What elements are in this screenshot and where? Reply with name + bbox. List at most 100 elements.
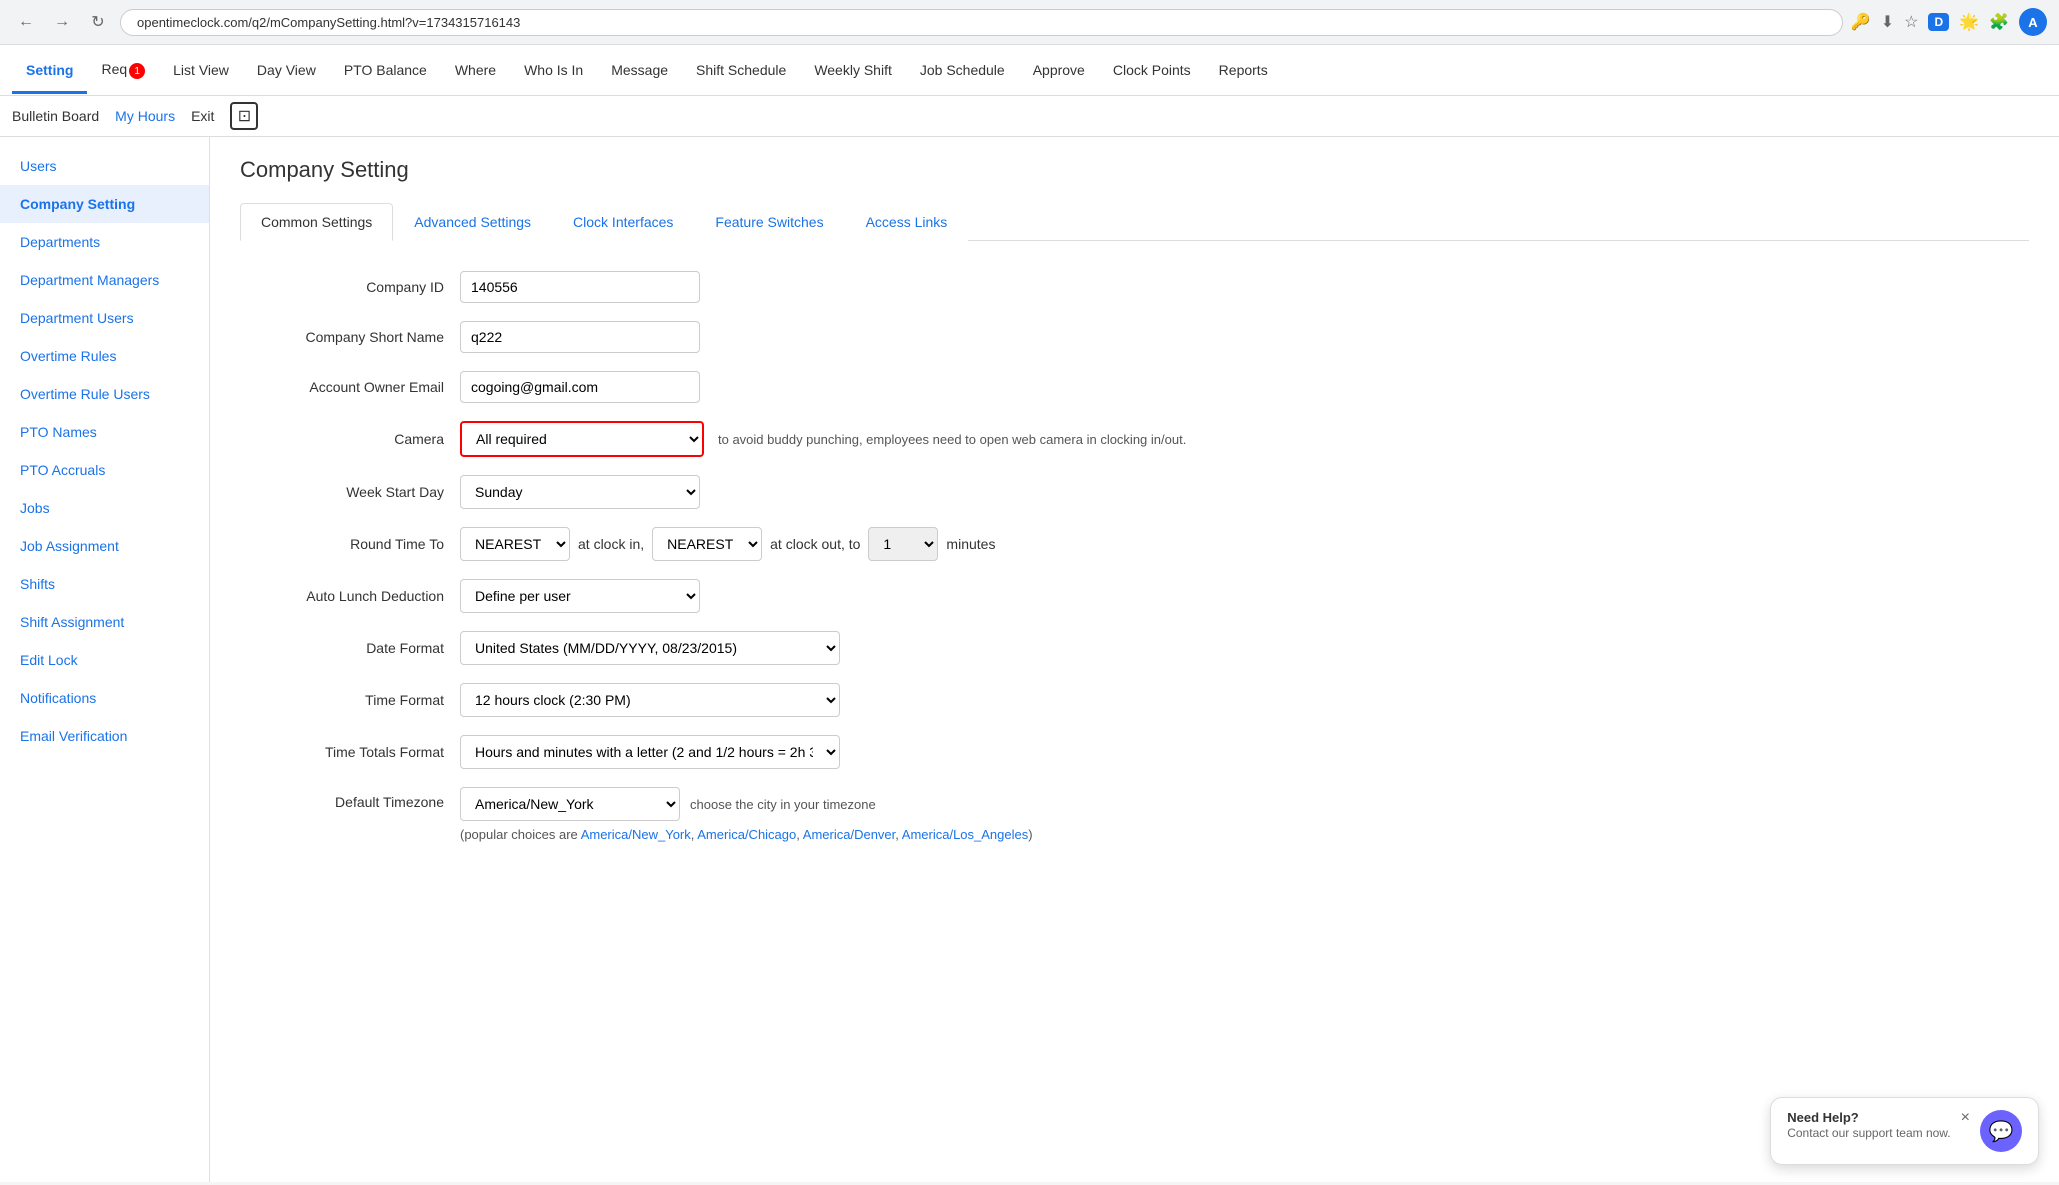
sidebar-item-email-verification[interactable]: Email Verification [0,717,209,755]
sidebar-item-pto-names[interactable]: PTO Names [0,413,209,451]
nav-item-list-view[interactable]: List View [159,46,243,94]
star-icon[interactable]: ☆ [1904,12,1918,32]
nav-item-weekly-shift[interactable]: Weekly Shift [800,46,906,94]
round-minutes-select[interactable]: 1 5 10 15 30 [868,527,938,561]
time-totals-select[interactable]: Hours and minutes with a letter (2 and 1… [460,735,840,769]
account-owner-email-row: Account Owner Email [240,371,1240,403]
extension-icon-d[interactable]: D [1928,13,1949,31]
chat-title: Need Help? [1787,1110,1950,1125]
nav-item-clock-points[interactable]: Clock Points [1099,46,1205,94]
content-area: Company Setting Common Settings Advanced… [210,137,2059,1182]
nav-item-shift-schedule[interactable]: Shift Schedule [682,46,800,94]
round-minutes-text: minutes [946,536,995,552]
company-id-input[interactable] [460,271,700,303]
sidebar-item-departments[interactable]: Departments [0,223,209,261]
nav-item-pto-balance[interactable]: PTO Balance [330,46,441,94]
tz-link-los-angeles[interactable]: America/Los_Angeles [902,827,1028,842]
my-hours-link[interactable]: My Hours [115,104,175,128]
tz-link-chicago[interactable]: America/Chicago [697,827,796,842]
address-bar[interactable] [120,9,1843,36]
nav-item-message[interactable]: Message [597,46,682,94]
tz-link-new-york[interactable]: America/New_York [581,827,691,842]
tab-advanced-settings[interactable]: Advanced Settings [393,203,552,241]
week-start-day-label: Week Start Day [240,484,460,500]
nav-item-approve[interactable]: Approve [1019,46,1099,94]
round-time-row: Round Time To NEAREST UP DOWN at clock i… [240,527,1240,561]
key-icon[interactable]: 🔑 [1851,12,1871,32]
chat-widget: Need Help? Contact our support team now.… [1770,1097,2039,1165]
sidebar-item-department-managers[interactable]: Department Managers [0,261,209,299]
back-button[interactable]: ← [12,8,40,36]
camera-select[interactable]: All required Optional Disabled [462,423,702,455]
company-short-name-row: Company Short Name [240,321,1240,353]
timezone-select[interactable]: America/New_York America/Chicago America… [460,787,680,821]
tab-feature-switches[interactable]: Feature Switches [694,203,844,241]
nav-item-request[interactable]: Req1 [87,45,159,95]
timezone-controls: America/New_York America/Chicago America… [460,787,1033,842]
timezone-row: Default Timezone America/New_York Americ… [240,787,1240,842]
sidebar-item-shifts[interactable]: Shifts [0,565,209,603]
sidebar: Users Company Setting Departments Depart… [0,137,210,1182]
sidebar-item-users[interactable]: Users [0,147,209,185]
time-totals-row: Time Totals Format Hours and minutes wit… [240,735,1240,769]
sidebar-item-overtime-rule-users[interactable]: Overtime Rule Users [0,375,209,413]
round-time-label: Round Time To [240,536,460,552]
sidebar-item-department-users[interactable]: Department Users [0,299,209,337]
chat-content: Need Help? Contact our support team now. [1787,1110,1950,1140]
page-title: Company Setting [240,157,2029,183]
forward-button[interactable]: → [48,8,76,36]
settings-form: Company ID Company Short Name Account Ow… [240,271,1240,842]
clock-interface-icon[interactable]: ⊡ [230,102,258,130]
time-format-row: Time Format 12 hours clock (2:30 PM) 24 … [240,683,1240,717]
chat-subtitle: Contact our support team now. [1787,1126,1950,1140]
chat-avatar[interactable]: 💬 [1980,1110,2022,1152]
date-format-select[interactable]: United States (MM/DD/YYYY, 08/23/2015) I… [460,631,840,665]
top-navigation: Setting Req1 List View Day View PTO Bala… [0,45,2059,96]
timezone-popular-prefix: (popular choices are [460,827,581,842]
sidebar-item-jobs[interactable]: Jobs [0,489,209,527]
auto-lunch-row: Auto Lunch Deduction Define per user No … [240,579,1240,613]
bulletin-board-link[interactable]: Bulletin Board [12,104,99,128]
round-in-text: at clock in, [578,536,644,552]
sidebar-item-job-assignment[interactable]: Job Assignment [0,527,209,565]
tz-link-denver[interactable]: America/Denver [803,827,895,842]
account-owner-email-input[interactable] [460,371,700,403]
company-short-name-input[interactable] [460,321,700,353]
extension-icon-sun[interactable]: 🌟 [1959,12,1979,32]
download-icon[interactable]: ⬇ [1881,12,1894,32]
round-out-select[interactable]: NEAREST UP DOWN [652,527,762,561]
time-totals-label: Time Totals Format [240,744,460,760]
refresh-button[interactable]: ↻ [84,8,112,36]
timezone-popular-suffix: ) [1028,827,1032,842]
nav-item-where[interactable]: Where [441,46,510,94]
sidebar-item-overtime-rules[interactable]: Overtime Rules [0,337,209,375]
sidebar-item-shift-assignment[interactable]: Shift Assignment [0,603,209,641]
auto-lunch-label: Auto Lunch Deduction [240,588,460,604]
sidebar-item-pto-accruals[interactable]: PTO Accruals [0,451,209,489]
nav-item-reports[interactable]: Reports [1205,46,1282,94]
company-id-row: Company ID [240,271,1240,303]
exit-link[interactable]: Exit [191,104,214,128]
round-in-select[interactable]: NEAREST UP DOWN [460,527,570,561]
tab-clock-interfaces[interactable]: Clock Interfaces [552,203,694,241]
request-label: Req [101,61,127,77]
camera-select-wrapper: All required Optional Disabled [460,421,704,457]
timezone-popular-links: (popular choices are America/New_York, A… [460,827,1033,842]
time-format-select[interactable]: 12 hours clock (2:30 PM) 24 hours clock … [460,683,840,717]
nav-item-day-view[interactable]: Day View [243,46,330,94]
user-avatar[interactable]: A [2019,8,2047,36]
extension-icon-puzzle[interactable]: 🧩 [1989,12,2009,32]
chat-close-button[interactable]: × [1961,1110,1970,1126]
request-badge: 1 [129,63,145,79]
tab-common-settings[interactable]: Common Settings [240,203,393,241]
nav-item-setting[interactable]: Setting [12,46,87,94]
auto-lunch-select[interactable]: Define per user No auto deduction 30 min… [460,579,700,613]
sidebar-item-company-setting[interactable]: Company Setting [0,185,209,223]
nav-item-job-schedule[interactable]: Job Schedule [906,46,1019,94]
sidebar-item-notifications[interactable]: Notifications [0,679,209,717]
nav-item-who-is-in[interactable]: Who Is In [510,46,597,94]
week-start-day-select[interactable]: Sunday Monday Tuesday Wednesday Thursday… [460,475,700,509]
sidebar-item-edit-lock[interactable]: Edit Lock [0,641,209,679]
browser-toolbar: 🔑 ⬇ ☆ D 🌟 🧩 A [1851,8,2047,36]
tab-access-links[interactable]: Access Links [845,203,969,241]
